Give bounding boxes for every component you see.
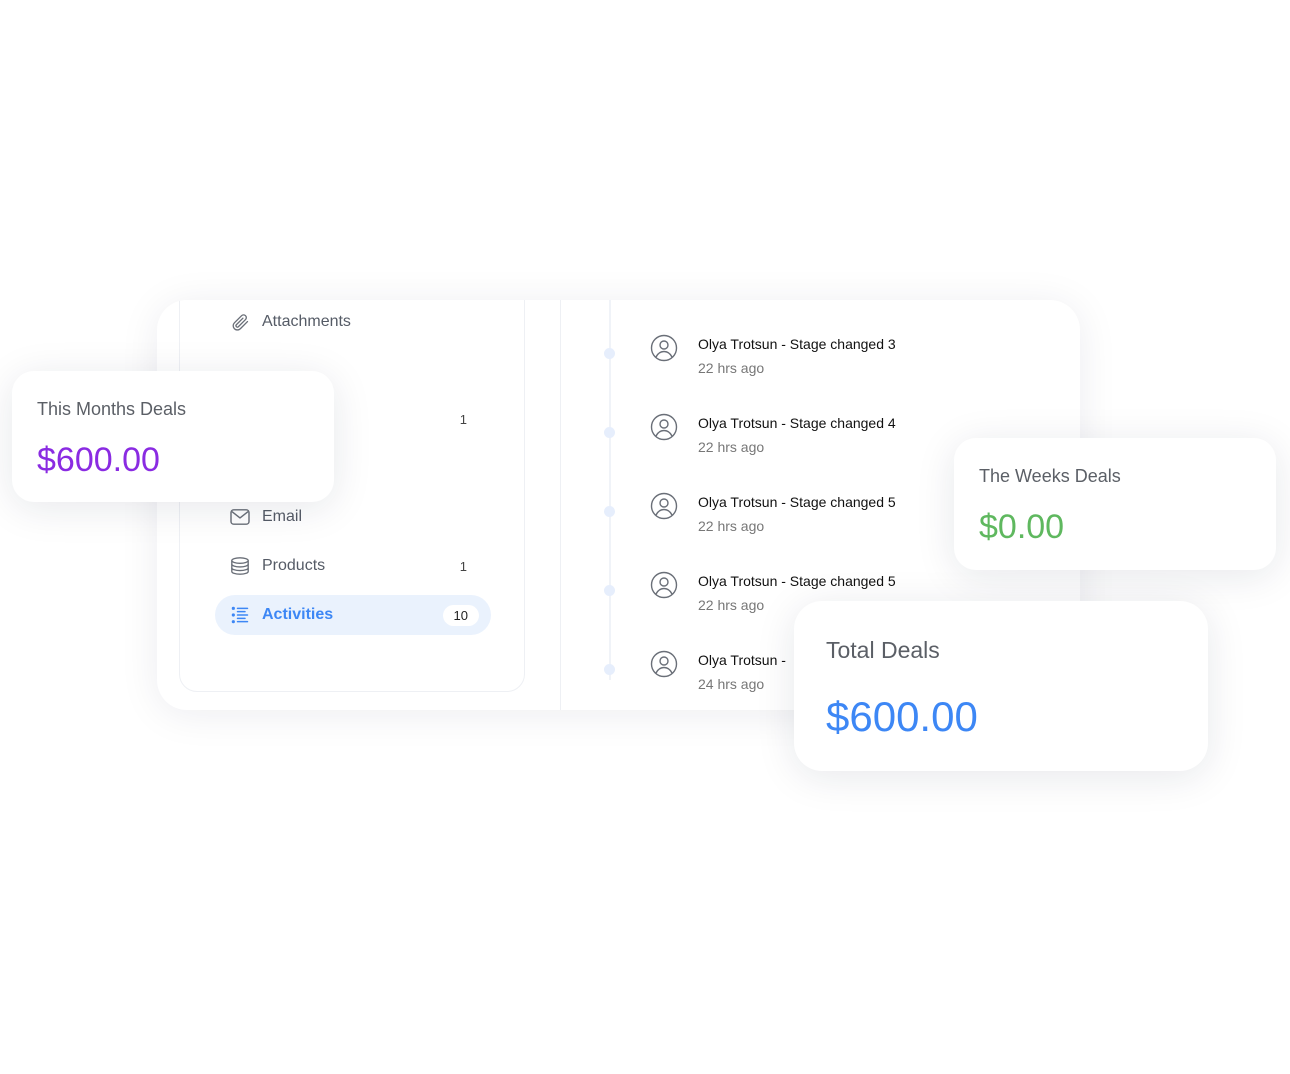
stage: Attachments 1 Email Products 1 Activitie…	[0, 0, 1290, 1074]
weeks-deals-card: The Weeks Deals $0.00	[954, 438, 1276, 570]
sidebar-item-label: Email	[262, 508, 303, 525]
sidebar-item-label: Activities	[262, 606, 334, 623]
stat-value: $600.00	[826, 693, 978, 740]
timeline-title: Olya Trotsun - Stage changed 5	[698, 494, 896, 510]
timeline-title: Olya Trotsun - Stage changed 4	[698, 415, 896, 431]
timeline-time: 22 hrs ago	[698, 439, 765, 455]
timeline-time: 22 hrs ago	[698, 518, 765, 534]
mail-icon	[229, 506, 251, 528]
user-avatar-icon	[650, 650, 678, 678]
timeline-title: Olya Trotsun -	[698, 652, 786, 668]
user-avatar-icon	[650, 413, 678, 441]
timeline-title: Olya Trotsun - Stage changed 3	[698, 336, 896, 352]
stat-label: The Weeks Deals	[979, 466, 1121, 486]
sidebar-item-activities[interactable]: Activities 10	[215, 595, 491, 635]
stat-value: $0.00	[979, 508, 1065, 546]
timeline-time: 24 hrs ago	[698, 676, 765, 692]
sidebar-item-count: 10	[442, 604, 479, 626]
timeline-dot	[604, 585, 615, 596]
user-avatar-icon	[650, 571, 678, 599]
user-avatar-icon	[650, 492, 678, 520]
sidebar-item-count: 1	[459, 558, 467, 574]
stat-label: This Months Deals	[37, 399, 187, 419]
timeline-time: 22 hrs ago	[698, 597, 765, 613]
timeline-dot	[604, 664, 615, 675]
timeline-time: 22 hrs ago	[698, 360, 765, 376]
panel-divider	[560, 300, 561, 710]
sidebar-item-attachments[interactable]: Attachments	[215, 302, 491, 342]
timeline-item[interactable]: Olya Trotsun - Stage changed 3 22 hrs ag…	[604, 334, 1024, 384]
this-months-deals-card: This Months Deals $600.00	[12, 371, 334, 502]
stack-icon	[229, 555, 251, 577]
sidebar-item-label: Attachments	[262, 313, 351, 330]
total-deals-card: Total Deals $600.00	[794, 601, 1208, 771]
user-avatar-icon	[650, 334, 678, 362]
list-icon	[229, 604, 251, 626]
paperclip-icon	[229, 311, 251, 333]
timeline-dot	[604, 506, 615, 517]
sidebar-item-products[interactable]: Products 1	[215, 546, 491, 586]
sidebar-item-count: 1	[459, 411, 467, 427]
timeline-dot	[604, 348, 615, 359]
timeline-title: Olya Trotsun - Stage changed 5	[698, 573, 896, 589]
stat-value: $600.00	[37, 441, 160, 479]
sidebar-item-email[interactable]: Email	[215, 497, 491, 537]
sidebar-item-label: Products	[262, 557, 326, 574]
stat-label: Total Deals	[826, 637, 940, 663]
timeline-dot	[604, 427, 615, 438]
